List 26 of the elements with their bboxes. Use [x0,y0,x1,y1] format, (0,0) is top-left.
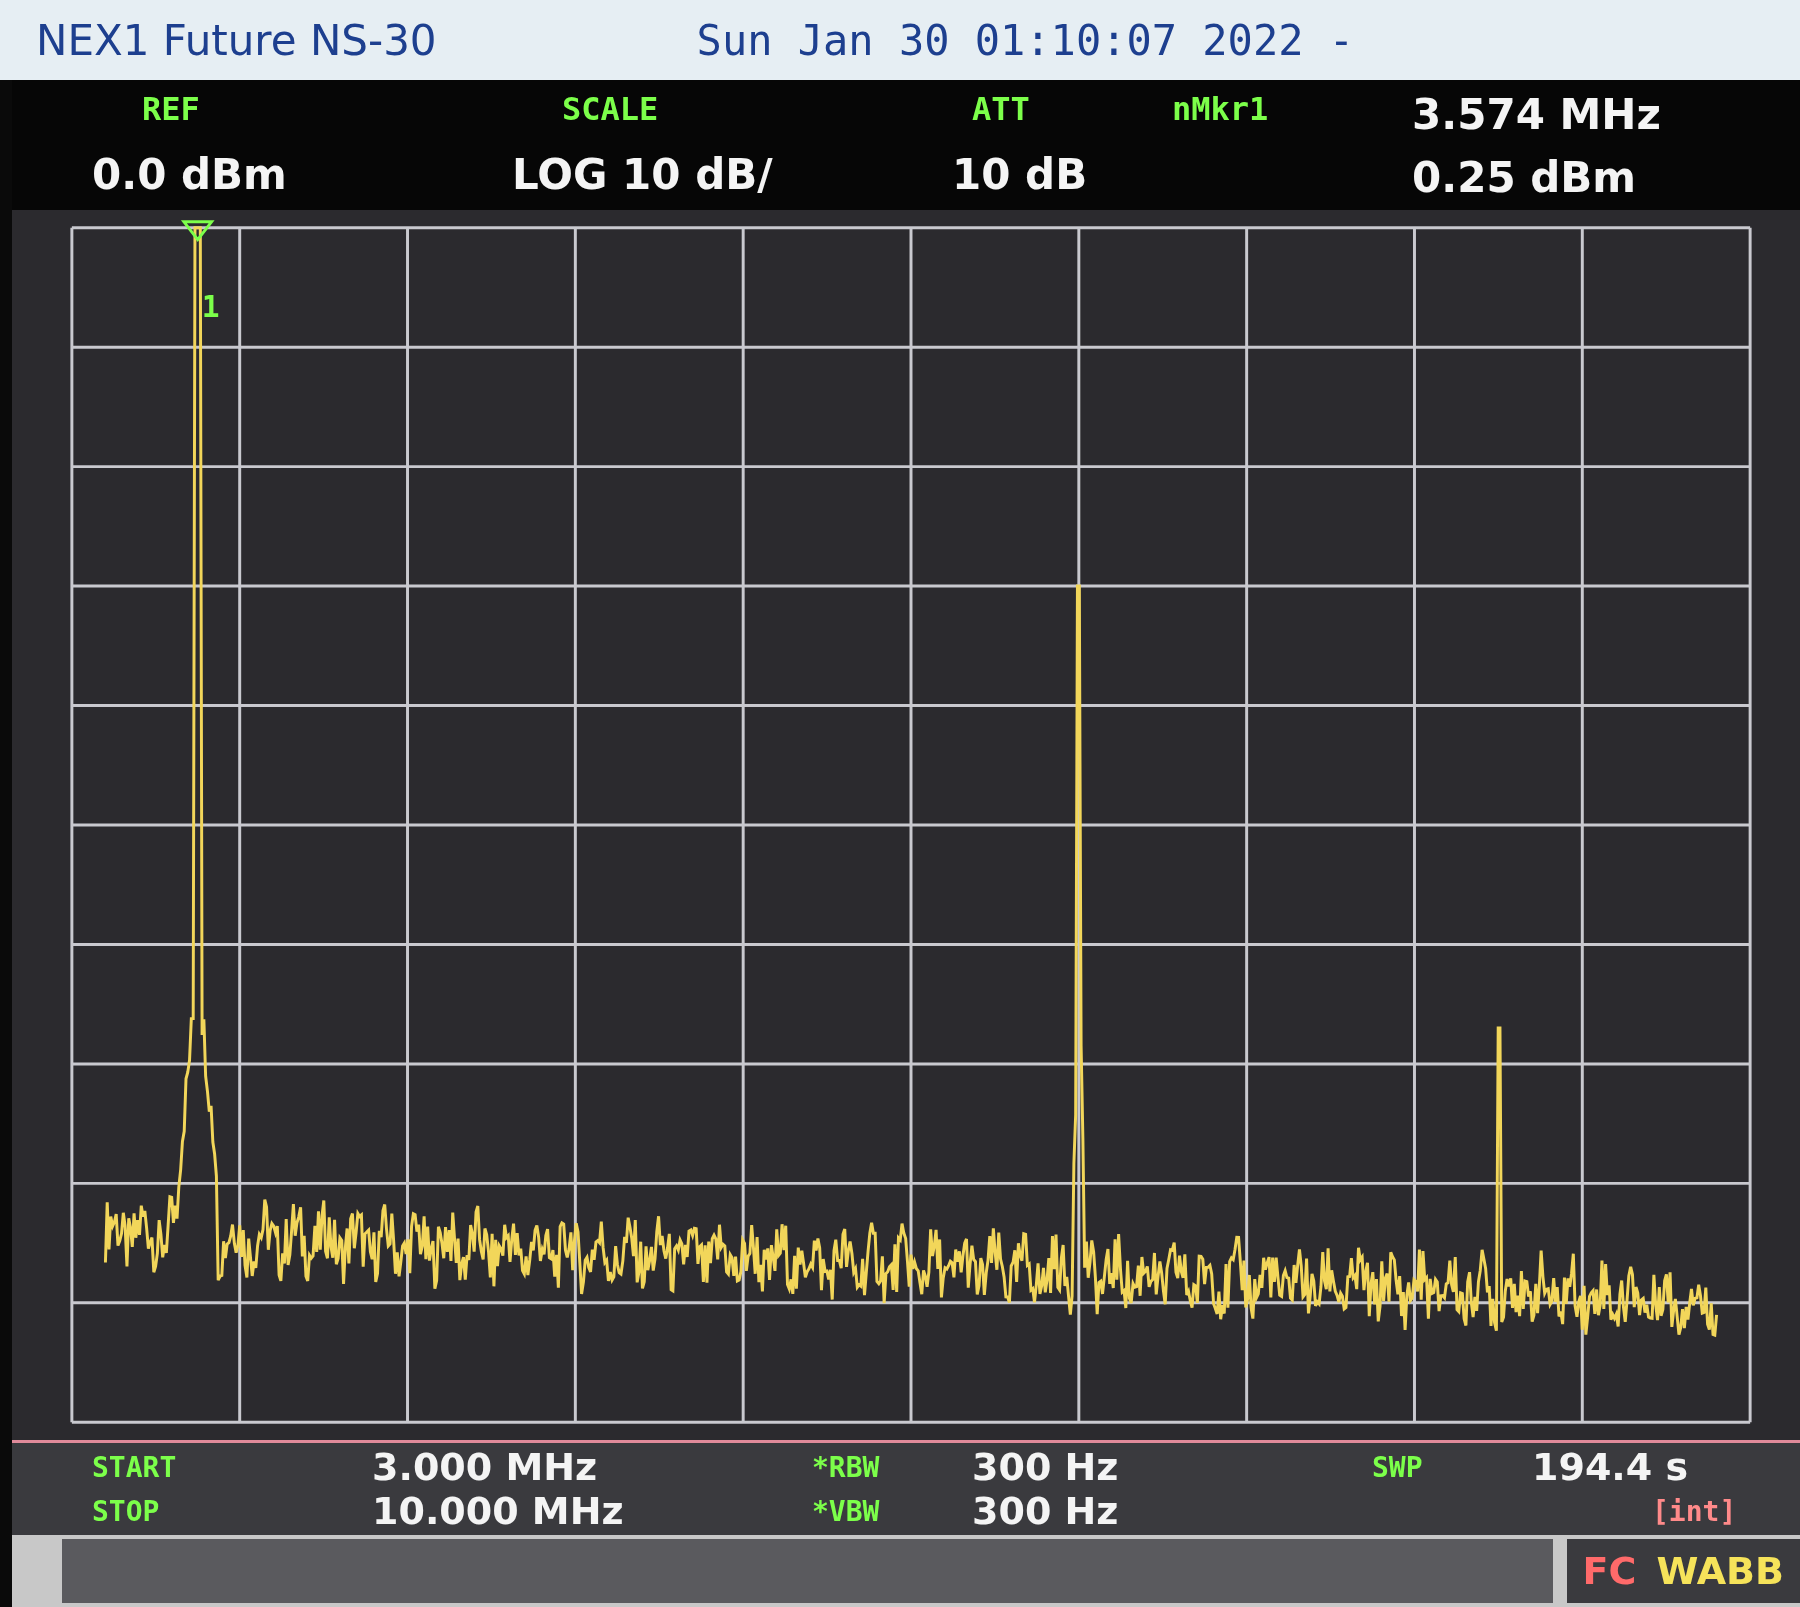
setting-value: LOG 10 dB/ [512,150,774,199]
sweep-label: *VBW [812,1494,881,1528]
date-time: Sun Jan 30 01:10:07 2022 - [696,15,1355,65]
setting-value: 0.0 dBm [92,150,288,199]
marker-amplitude: 0.25 dBm [1412,153,1638,202]
marker-number: 1 [201,289,220,324]
sweep-value: 3.000 MHz [372,1445,598,1489]
marker-frequency: 3.574 MHz [1412,90,1662,139]
sweep-label: START [92,1450,178,1484]
sweep-value: 194.4 s [1532,1445,1689,1489]
setting-label: SCALE [561,90,660,128]
instrument-title: NEX1 Future NS-30 [36,15,437,65]
setting-label: ATT [971,90,1031,128]
sweep-label: STOP [92,1494,161,1528]
sweep-note: [int] [1651,1494,1737,1528]
sweep-label: SWP [1372,1450,1424,1484]
setting-label: REF [141,90,201,128]
sweep-value: 10.000 MHz [372,1489,624,1533]
marker-label: nMkr1 [1171,90,1270,128]
marker-icon [180,220,215,242]
mode-text: FC [1582,1549,1637,1593]
setting-value: 10 dB [952,150,1089,199]
coupling-text: WABB [1656,1549,1784,1593]
sweep-value: 300 Hz [972,1489,1119,1533]
sweep-label: *RBW [812,1450,881,1484]
sweep-value: 300 Hz [972,1445,1119,1489]
